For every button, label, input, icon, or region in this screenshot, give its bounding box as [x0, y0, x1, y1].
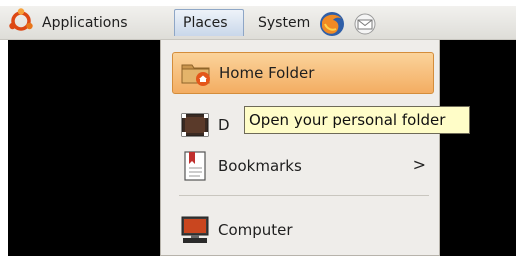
places-menu[interactable]: Places	[174, 9, 244, 36]
menu-item-label: Computer	[218, 221, 293, 239]
menu-item-label: Home Folder	[219, 64, 315, 82]
menu-separator	[179, 195, 429, 196]
desktop-icon	[178, 108, 212, 142]
tooltip-text: Open your personal folder	[249, 111, 446, 129]
applications-menu[interactable]: Applications	[8, 7, 128, 38]
menu-item-home-folder[interactable]: Home Folder	[172, 52, 434, 94]
bookmarks-icon	[178, 149, 212, 183]
mail-icon[interactable]	[352, 13, 378, 39]
tooltip: Open your personal folder	[244, 106, 470, 134]
places-label: Places	[183, 15, 228, 31]
top-panel: Applications Places System	[0, 6, 516, 40]
applications-label: Applications	[42, 14, 128, 31]
system-label: System	[258, 14, 311, 31]
ubuntu-logo-icon	[8, 7, 34, 38]
places-dropdown: Home Folder D Bookmarks > Computer	[160, 40, 440, 256]
menu-item-label: D	[218, 116, 230, 134]
menu-item-bookmarks[interactable]: Bookmarks >	[172, 145, 434, 187]
menu-item-computer[interactable]: Computer	[172, 209, 434, 251]
screen: Applications Places System Home Folder D…	[0, 0, 516, 256]
menu-item-label: Bookmarks	[218, 157, 302, 175]
chevron-right-icon: >	[412, 155, 426, 174]
computer-icon	[178, 213, 212, 247]
system-menu[interactable]: System	[258, 9, 310, 36]
home-folder-icon	[179, 56, 213, 90]
firefox-icon[interactable]	[318, 10, 346, 42]
